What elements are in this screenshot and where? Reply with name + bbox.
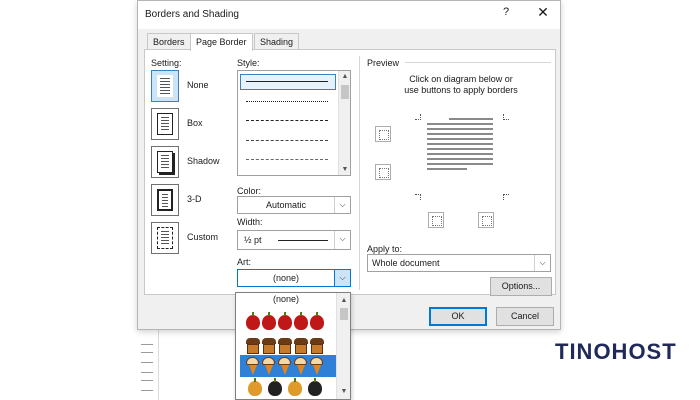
style-dash-dot[interactable] [246,159,328,160]
right-border-button[interactable] [478,212,494,228]
title-bar: Borders and Shading ? ✕ [138,1,560,29]
art-scrollbar[interactable]: ▲ ▼ [336,293,350,399]
setting-custom-label: Custom [187,232,219,242]
cancel-button[interactable]: Cancel [496,307,554,326]
setting-3d-label: 3-D [187,194,202,204]
color-dropdown[interactable]: Automatic ⌵ [237,196,351,214]
art-dropdown-list[interactable]: (none) ▲ ▼ [235,292,351,400]
style-dashed-long[interactable] [246,140,328,141]
setting-box-label: Box [187,118,203,128]
chevron-down-icon[interactable]: ⌵ [534,255,550,271]
preview-diagram[interactable] [415,114,509,200]
chevron-down-icon[interactable]: ⌵ [334,270,350,286]
apply-to-value: Whole document [372,258,440,268]
width-value: ½ pt [244,235,262,245]
chevron-down-icon[interactable]: ⌵ [334,197,350,213]
style-dotted[interactable] [246,101,328,102]
setting-none-label: None [187,80,209,90]
scroll-down-icon[interactable]: ▼ [339,164,351,175]
close-button[interactable]: ✕ [532,4,554,22]
tab-page-border[interactable]: Page Border [190,33,253,51]
apple-art-icon[interactable] [240,312,336,335]
width-dropdown[interactable]: ½ pt ⌵ [237,230,351,250]
misc-art-icon[interactable] [240,378,336,399]
width-sample-line [278,240,328,241]
ice-cream-art-icon[interactable] [240,355,336,377]
column-divider [359,56,360,290]
style-selected-row[interactable] [240,74,336,90]
preview-instructions-line1: Click on diagram below or [409,74,513,84]
tab-shading[interactable]: Shading [254,33,300,50]
art-value: (none) [272,273,299,283]
bottom-border-button[interactable] [375,164,391,180]
style-list[interactable]: ▲ ▼ [237,70,351,176]
setting-none-icon [151,70,179,102]
style-dashed-short[interactable] [246,120,328,121]
brand-logo: TINOHOST [555,339,677,364]
style-solid[interactable] [246,81,328,82]
art-option-none[interactable]: (none) [236,294,336,304]
setting-heading: Setting: [151,58,182,68]
dialog-title: Borders and Shading [145,9,239,20]
setting-3d-icon [151,184,179,216]
style-heading: Style: [237,58,260,68]
options-button[interactable]: Options... [490,277,552,296]
apply-to-dropdown[interactable]: Whole document ⌵ [367,254,551,272]
tab-borders[interactable]: Borders [147,33,191,50]
cupcake-art-icon[interactable] [240,335,336,357]
help-button[interactable]: ? [496,6,516,22]
apply-to-heading: Apply to: [367,244,403,254]
preview-heading: Preview [367,58,400,68]
top-border-button[interactable] [375,126,391,142]
color-heading: Color: [237,186,262,196]
setting-shadow-icon [151,146,179,178]
preview-heading-rule [405,62,551,63]
style-scrollbar[interactable]: ▲ ▼ [338,71,350,175]
scroll-thumb[interactable] [340,308,348,320]
setting-custom-icon [151,222,179,254]
page-border-panel: Setting: None Box Shadow 3-D Custom Styl… [144,49,556,296]
width-heading: Width: [237,217,263,227]
scroll-thumb[interactable] [341,85,349,99]
scroll-up-icon[interactable]: ▲ [339,71,351,82]
left-border-button[interactable] [428,212,444,228]
preview-instructions-line2: use buttons to apply borders [404,85,518,95]
setting-shadow-label: Shadow [187,156,220,166]
color-value: Automatic [265,200,307,210]
art-dropdown[interactable]: (none) ⌵ [237,269,351,287]
chevron-down-icon[interactable]: ⌵ [334,231,350,249]
borders-and-shading-dialog: Borders and Shading ? ✕ Borders Page Bor… [137,0,561,330]
art-heading: Art: [237,257,252,267]
setting-box-icon [151,108,179,140]
ok-button[interactable]: OK [429,307,487,326]
scroll-down-icon[interactable]: ▼ [337,386,350,397]
scroll-up-icon[interactable]: ▲ [337,295,350,306]
